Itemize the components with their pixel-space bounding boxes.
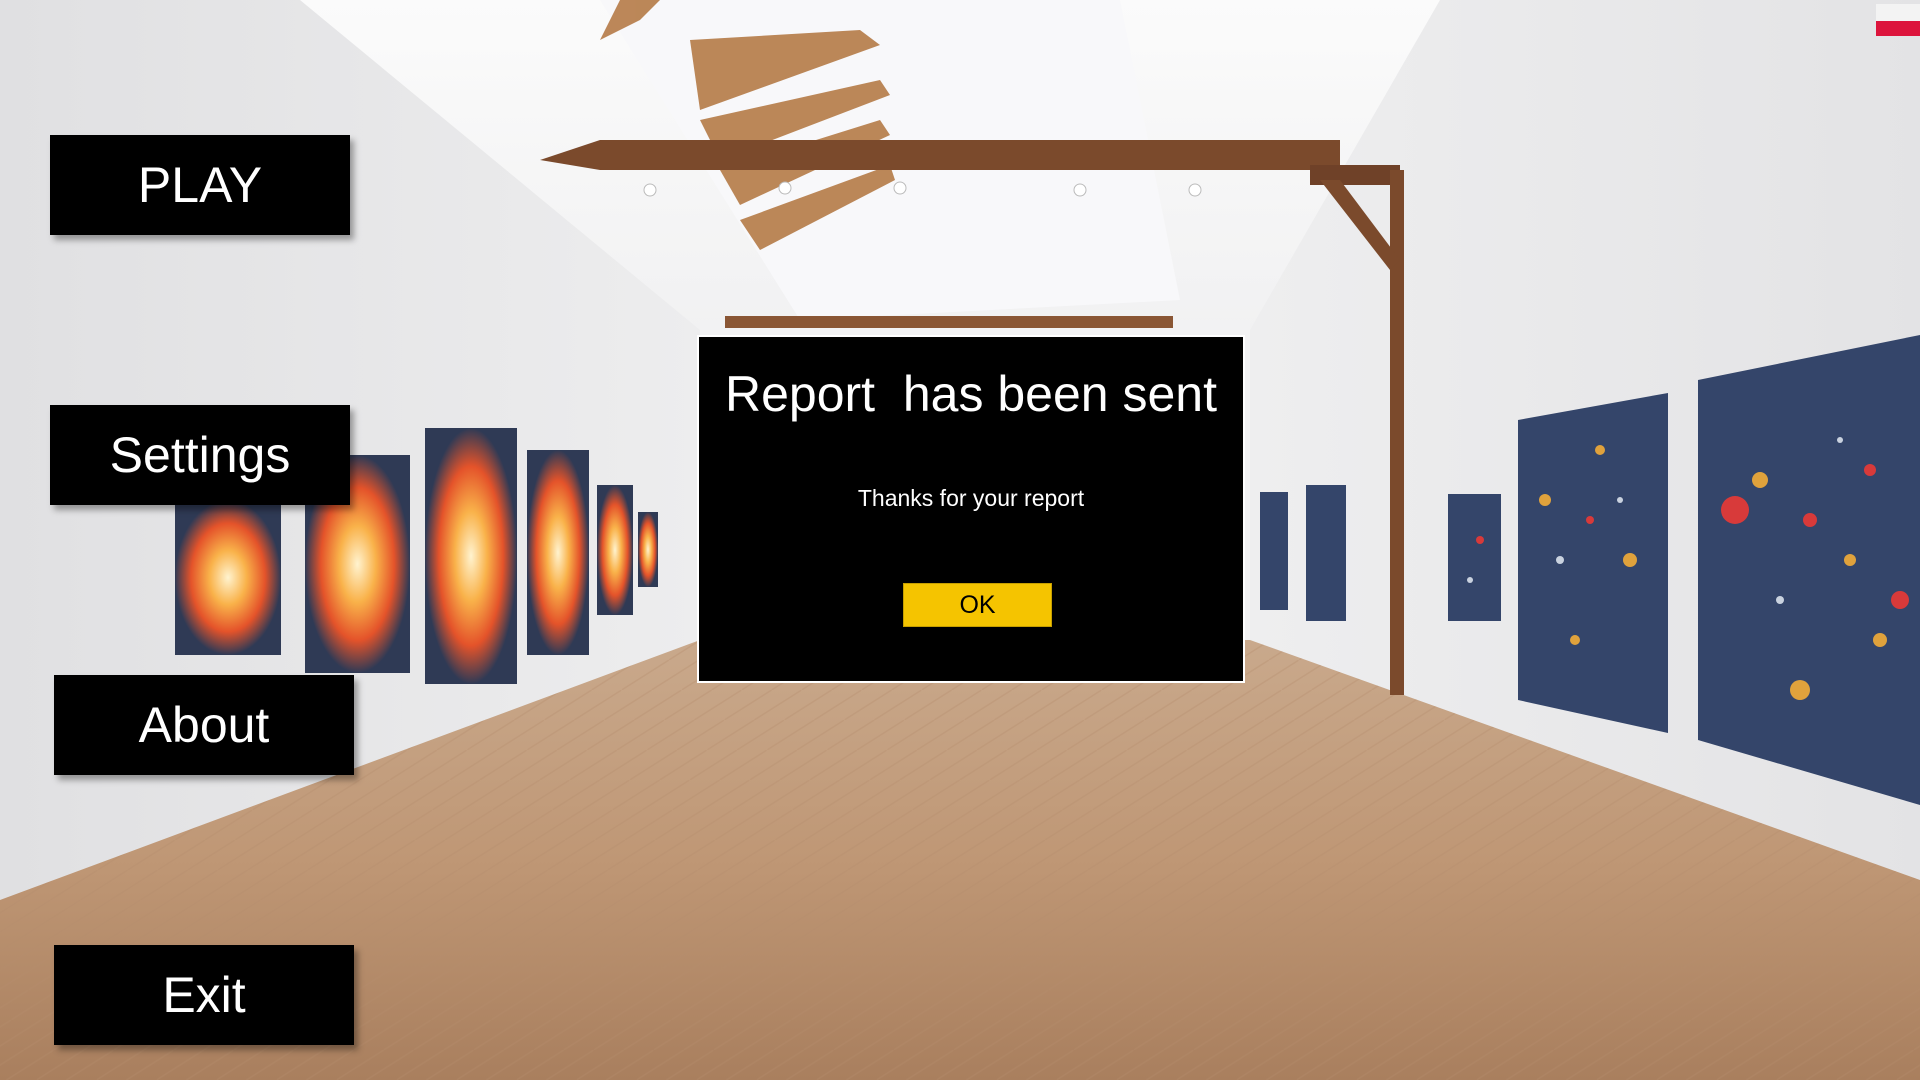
dialog-message: Thanks for your report — [857, 485, 1085, 511]
exit-button[interactable]: Exit — [54, 945, 354, 1045]
settings-button[interactable]: Settings — [50, 405, 350, 505]
report-sent-dialog: Report has been sent Thanks for your rep… — [697, 335, 1245, 683]
about-button[interactable]: About — [54, 675, 354, 775]
dialog-title: Report has been sent — [725, 366, 1217, 422]
flag-white-stripe — [1876, 4, 1920, 21]
flag-red-stripe — [1876, 21, 1920, 36]
play-button[interactable]: PLAY — [50, 135, 350, 235]
poland-flag-icon[interactable] — [1876, 4, 1920, 36]
ok-button[interactable]: OK — [903, 583, 1052, 627]
